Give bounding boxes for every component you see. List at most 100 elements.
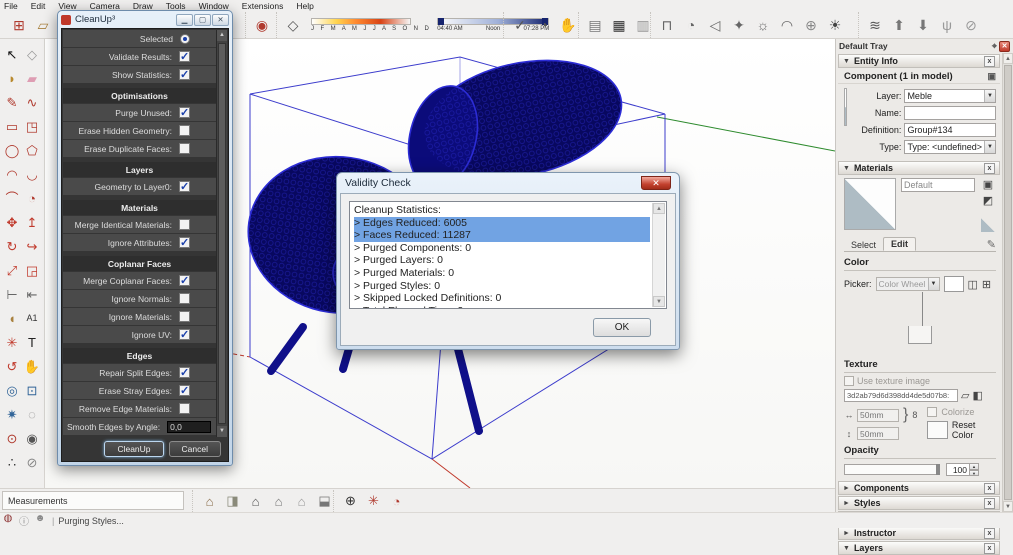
measurements-box[interactable]: Measurements xyxy=(2,491,184,510)
option-checkbox[interactable] xyxy=(179,275,190,286)
section-close-icon[interactable]: x xyxy=(984,543,995,554)
scroll-up-icon[interactable]: ▲ xyxy=(217,30,227,41)
smooth-angle-input[interactable]: 0,0 xyxy=(167,421,211,433)
area-light-button[interactable]: ✦ xyxy=(727,13,751,37)
zoom-window-tool[interactable]: ⊡ xyxy=(22,378,42,402)
validity-results-text[interactable]: ▲ ▼ Cleanup Statistics:> Edges Reduced: … xyxy=(349,201,667,309)
sun-dark-button[interactable]: ☀ xyxy=(823,13,847,37)
shadow-date-slider[interactable]: J F M A M J J A S O N D xyxy=(311,18,431,32)
reset-color-swatch[interactable] xyxy=(927,421,948,439)
option-checkbox[interactable] xyxy=(179,125,190,136)
window-panel-active-button[interactable]: ▦ xyxy=(607,13,631,37)
zoom-tool[interactable]: ◎ xyxy=(2,378,22,402)
window-panel-button[interactable]: ▤ xyxy=(583,13,607,37)
option-checkbox[interactable] xyxy=(179,69,190,80)
menu-help[interactable]: Help xyxy=(296,1,313,11)
cleanup-run-button[interactable]: CleanUp xyxy=(104,441,163,457)
select-tool[interactable]: ↖ xyxy=(2,42,22,66)
months-gradient-bar[interactable] xyxy=(311,18,411,25)
texture-width-field[interactable]: 50mm xyxy=(857,409,899,422)
time-knob-start[interactable] xyxy=(438,18,444,25)
orbit-camera-button[interactable]: ⊕ xyxy=(339,491,362,511)
tray-section-styles[interactable]: ►Stylesx xyxy=(838,496,1000,510)
section-plane-tool[interactable]: ⊘ xyxy=(22,450,42,474)
circle-tool[interactable]: ◯ xyxy=(2,138,22,162)
minimize-button[interactable]: ▁ xyxy=(176,14,193,26)
orbit-tool[interactable]: ↺ xyxy=(2,354,22,378)
view-front-button[interactable]: ⌂ xyxy=(244,491,267,511)
menu-extensions[interactable]: Extensions xyxy=(242,1,284,11)
section-close-icon[interactable]: x xyxy=(984,483,995,494)
tray-scroll-thumb[interactable] xyxy=(1004,65,1012,500)
fold-layers-button[interactable]: ≋ xyxy=(863,13,887,37)
definition-field[interactable]: Group#134 xyxy=(904,123,996,137)
no-vegetation-button[interactable]: ⊘ xyxy=(959,13,983,37)
create-material-icon[interactable]: ◩ xyxy=(983,194,993,207)
validity-ok-button[interactable]: OK xyxy=(593,318,651,337)
edit-texture-icon[interactable]: ◧ xyxy=(972,389,982,402)
line-tool[interactable]: ✎ xyxy=(2,90,22,114)
option-checkbox[interactable] xyxy=(179,367,190,378)
tape-measure-tool[interactable]: ⊢ xyxy=(2,282,22,306)
two-point-arc-tool[interactable]: ◡ xyxy=(22,162,42,186)
3d-text-tool[interactable]: T xyxy=(22,330,42,354)
tray-section-components[interactable]: ►Componentsx xyxy=(838,481,1000,495)
eyedropper-icon[interactable]: ✎ xyxy=(987,238,996,251)
review-model-button[interactable]: ◔ xyxy=(532,13,556,37)
menu-edit[interactable]: Edit xyxy=(31,1,46,11)
section-close-icon[interactable]: x xyxy=(984,498,995,509)
opacity-value-field[interactable]: 100 xyxy=(946,463,970,476)
push-pull-tool[interactable]: ↥ xyxy=(22,210,42,234)
sign-in-icon[interactable]: ☻ xyxy=(32,513,48,528)
opacity-slider-thumb[interactable] xyxy=(936,464,940,475)
opacity-slider[interactable] xyxy=(844,464,940,475)
option-checkbox[interactable] xyxy=(179,403,190,414)
eraser-tool[interactable]: ▰ xyxy=(22,66,42,90)
view-left-button[interactable]: ◨ xyxy=(221,491,244,511)
three-point-arc-tool[interactable]: ⌒ xyxy=(2,186,22,210)
option-checkbox[interactable] xyxy=(179,107,190,118)
validity-close-button[interactable]: ✕ xyxy=(641,176,671,190)
option-checkbox[interactable] xyxy=(179,143,190,154)
validity-title-bar[interactable]: Validity Check ✕ xyxy=(337,173,679,192)
zoom-extents-tool[interactable]: ✷ xyxy=(2,402,22,426)
protractor-camera-button[interactable]: ◔ xyxy=(385,491,408,511)
scale-tool[interactable]: ⤢ xyxy=(2,258,22,282)
axes-tool[interactable]: ✳ xyxy=(2,330,22,354)
match-screen-color-icon[interactable]: ⊞ xyxy=(982,278,991,291)
walk-tool[interactable]: ∴ xyxy=(2,450,22,474)
option-checkbox[interactable] xyxy=(179,181,190,192)
tab-select[interactable]: Select xyxy=(844,239,883,251)
use-texture-checkbox[interactable] xyxy=(844,376,854,386)
materials-header[interactable]: ▼ Materials x xyxy=(838,161,1000,175)
tray-section-layers[interactable]: ▼Layersx xyxy=(838,541,1000,555)
menu-window[interactable]: Window xyxy=(199,1,229,11)
menu-draw[interactable]: Draw xyxy=(133,1,153,11)
view-iso-button[interactable]: ⌂ xyxy=(198,491,221,511)
maximize-button[interactable]: ▢ xyxy=(194,14,211,26)
texture-height-field[interactable]: 50mm xyxy=(857,427,899,440)
shadow-box-button[interactable]: ◇ xyxy=(281,13,305,37)
cleanup-cancel-button[interactable]: Cancel xyxy=(169,441,221,457)
entity-info-close-icon[interactable]: x xyxy=(984,56,995,67)
picker-select[interactable]: Color Wheel ▼ xyxy=(876,277,940,291)
freehand-tool[interactable]: ∿ xyxy=(22,90,42,114)
tray-close-icon[interactable]: ✕ xyxy=(999,41,1010,52)
open-model-button[interactable]: ▱ xyxy=(31,13,55,37)
rotated-rectangle-tool[interactable]: ◳ xyxy=(22,114,42,138)
paint-bucket-tool[interactable]: ◗ xyxy=(2,66,22,90)
texture-image-field[interactable]: 3d2ab79d6d398dd4de5d07b8: xyxy=(844,389,958,402)
tray-scrollbar[interactable]: ▲ ▼ xyxy=(1002,53,1013,512)
chevron-down-icon[interactable]: ▼ xyxy=(984,141,995,153)
claim-credit-icon[interactable]: ⓘ xyxy=(16,513,32,528)
material-name-field[interactable]: Default xyxy=(901,178,975,192)
close-button[interactable]: ✕ xyxy=(212,14,229,26)
axes-camera-button[interactable]: ✳ xyxy=(362,491,385,511)
pan-tool[interactable]: ✋ xyxy=(22,354,42,378)
make-component-tool[interactable]: ◇ xyxy=(22,42,42,66)
name-field[interactable] xyxy=(904,106,996,120)
pie-tool[interactable]: ◔ xyxy=(22,186,42,210)
hand-review-button[interactable]: ✋ xyxy=(556,13,580,37)
materials-close-icon[interactable]: x xyxy=(984,163,995,174)
menu-tools[interactable]: Tools xyxy=(166,1,186,11)
